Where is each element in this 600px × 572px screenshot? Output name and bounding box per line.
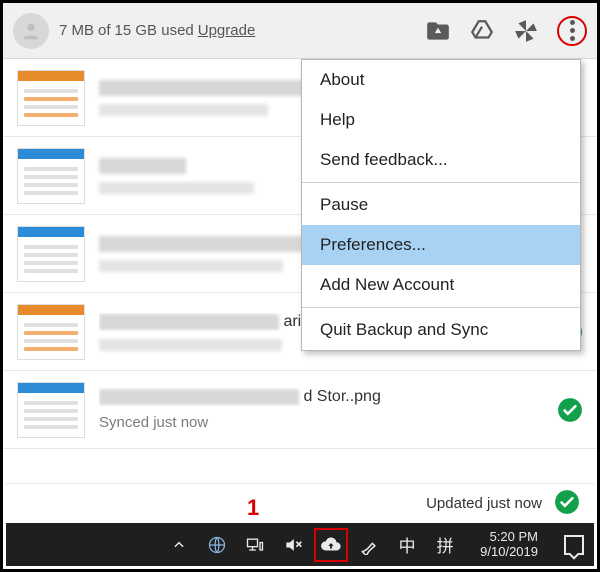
- file-thumbnail: [17, 226, 85, 282]
- file-row[interactable]: d Stor..png Synced just now: [3, 371, 597, 449]
- tray-pen-icon[interactable]: [358, 534, 380, 556]
- tray-chevron-icon[interactable]: [168, 534, 190, 556]
- upgrade-link[interactable]: Upgrade: [198, 22, 256, 39]
- synced-check-icon: [554, 489, 580, 519]
- tray-date: 9/10/2019: [480, 545, 538, 560]
- file-sync-status: Synced just now: [99, 414, 557, 431]
- file-subtitle-blurred: [99, 104, 268, 116]
- menu-help[interactable]: Help: [302, 100, 580, 140]
- storage-of: of: [98, 22, 111, 39]
- file-meta: d Stor..png Synced just now: [99, 388, 557, 431]
- menu-quit[interactable]: Quit Backup and Sync: [302, 310, 580, 350]
- tray-globe-icon[interactable]: [206, 534, 228, 556]
- file-title-tail: d Stor..png: [303, 388, 380, 406]
- storage-used: 7 MB: [59, 22, 94, 39]
- tray-action-center-icon[interactable]: [564, 535, 584, 555]
- windows-taskbar: 中 拼 5:20 PM 9/10/2019: [6, 523, 594, 566]
- tray-network-icon[interactable]: [244, 534, 266, 556]
- more-menu-button[interactable]: [557, 16, 587, 46]
- tray-volume-mute-icon[interactable]: [282, 534, 304, 556]
- file-thumbnail: [17, 304, 85, 360]
- folder-drive-icon[interactable]: [425, 18, 451, 44]
- menu-separator: [302, 182, 580, 183]
- user-avatar[interactable]: [13, 13, 49, 49]
- menu-add-account[interactable]: Add New Account: [302, 265, 580, 305]
- status-footer: Updated just now: [6, 483, 594, 523]
- file-subtitle-blurred: [99, 260, 283, 272]
- file-subtitle-blurred: [99, 182, 254, 194]
- file-title-blurred: [99, 158, 186, 174]
- synced-check-icon: [557, 397, 583, 423]
- file-title: d Stor..png: [99, 388, 557, 406]
- menu-preferences[interactable]: Preferences...: [302, 225, 580, 265]
- header-bar: 7 MB of 15 GB used Upgrade: [3, 3, 597, 59]
- tray-time: 5:20 PM: [480, 530, 538, 545]
- tray-backup-sync-icon[interactable]: [320, 534, 342, 556]
- photos-pinwheel-icon[interactable]: [513, 18, 539, 44]
- storage-total: 15 GB used: [115, 22, 194, 39]
- file-thumbnail: [17, 70, 85, 126]
- tray-ime-zh-icon[interactable]: 中: [396, 534, 418, 556]
- menu-about[interactable]: About: [302, 60, 580, 100]
- tray-clock[interactable]: 5:20 PM 9/10/2019: [480, 530, 538, 560]
- file-thumbnail: [17, 382, 85, 438]
- menu-separator: [302, 307, 580, 308]
- storage-text: 7 MB of 15 GB used Upgrade: [59, 22, 255, 39]
- file-thumbnail: [17, 148, 85, 204]
- header-icons: [425, 16, 587, 46]
- menu-pause[interactable]: Pause: [302, 185, 580, 225]
- updated-text: Updated just now: [426, 495, 542, 512]
- menu-send-feedback[interactable]: Send feedback...: [302, 140, 580, 180]
- file-subtitle-blurred: [99, 339, 282, 351]
- google-drive-icon[interactable]: [469, 18, 495, 44]
- tray-ime-pin-icon[interactable]: 拼: [434, 534, 456, 556]
- overflow-menu: About Help Send feedback... Pause Prefer…: [301, 59, 581, 351]
